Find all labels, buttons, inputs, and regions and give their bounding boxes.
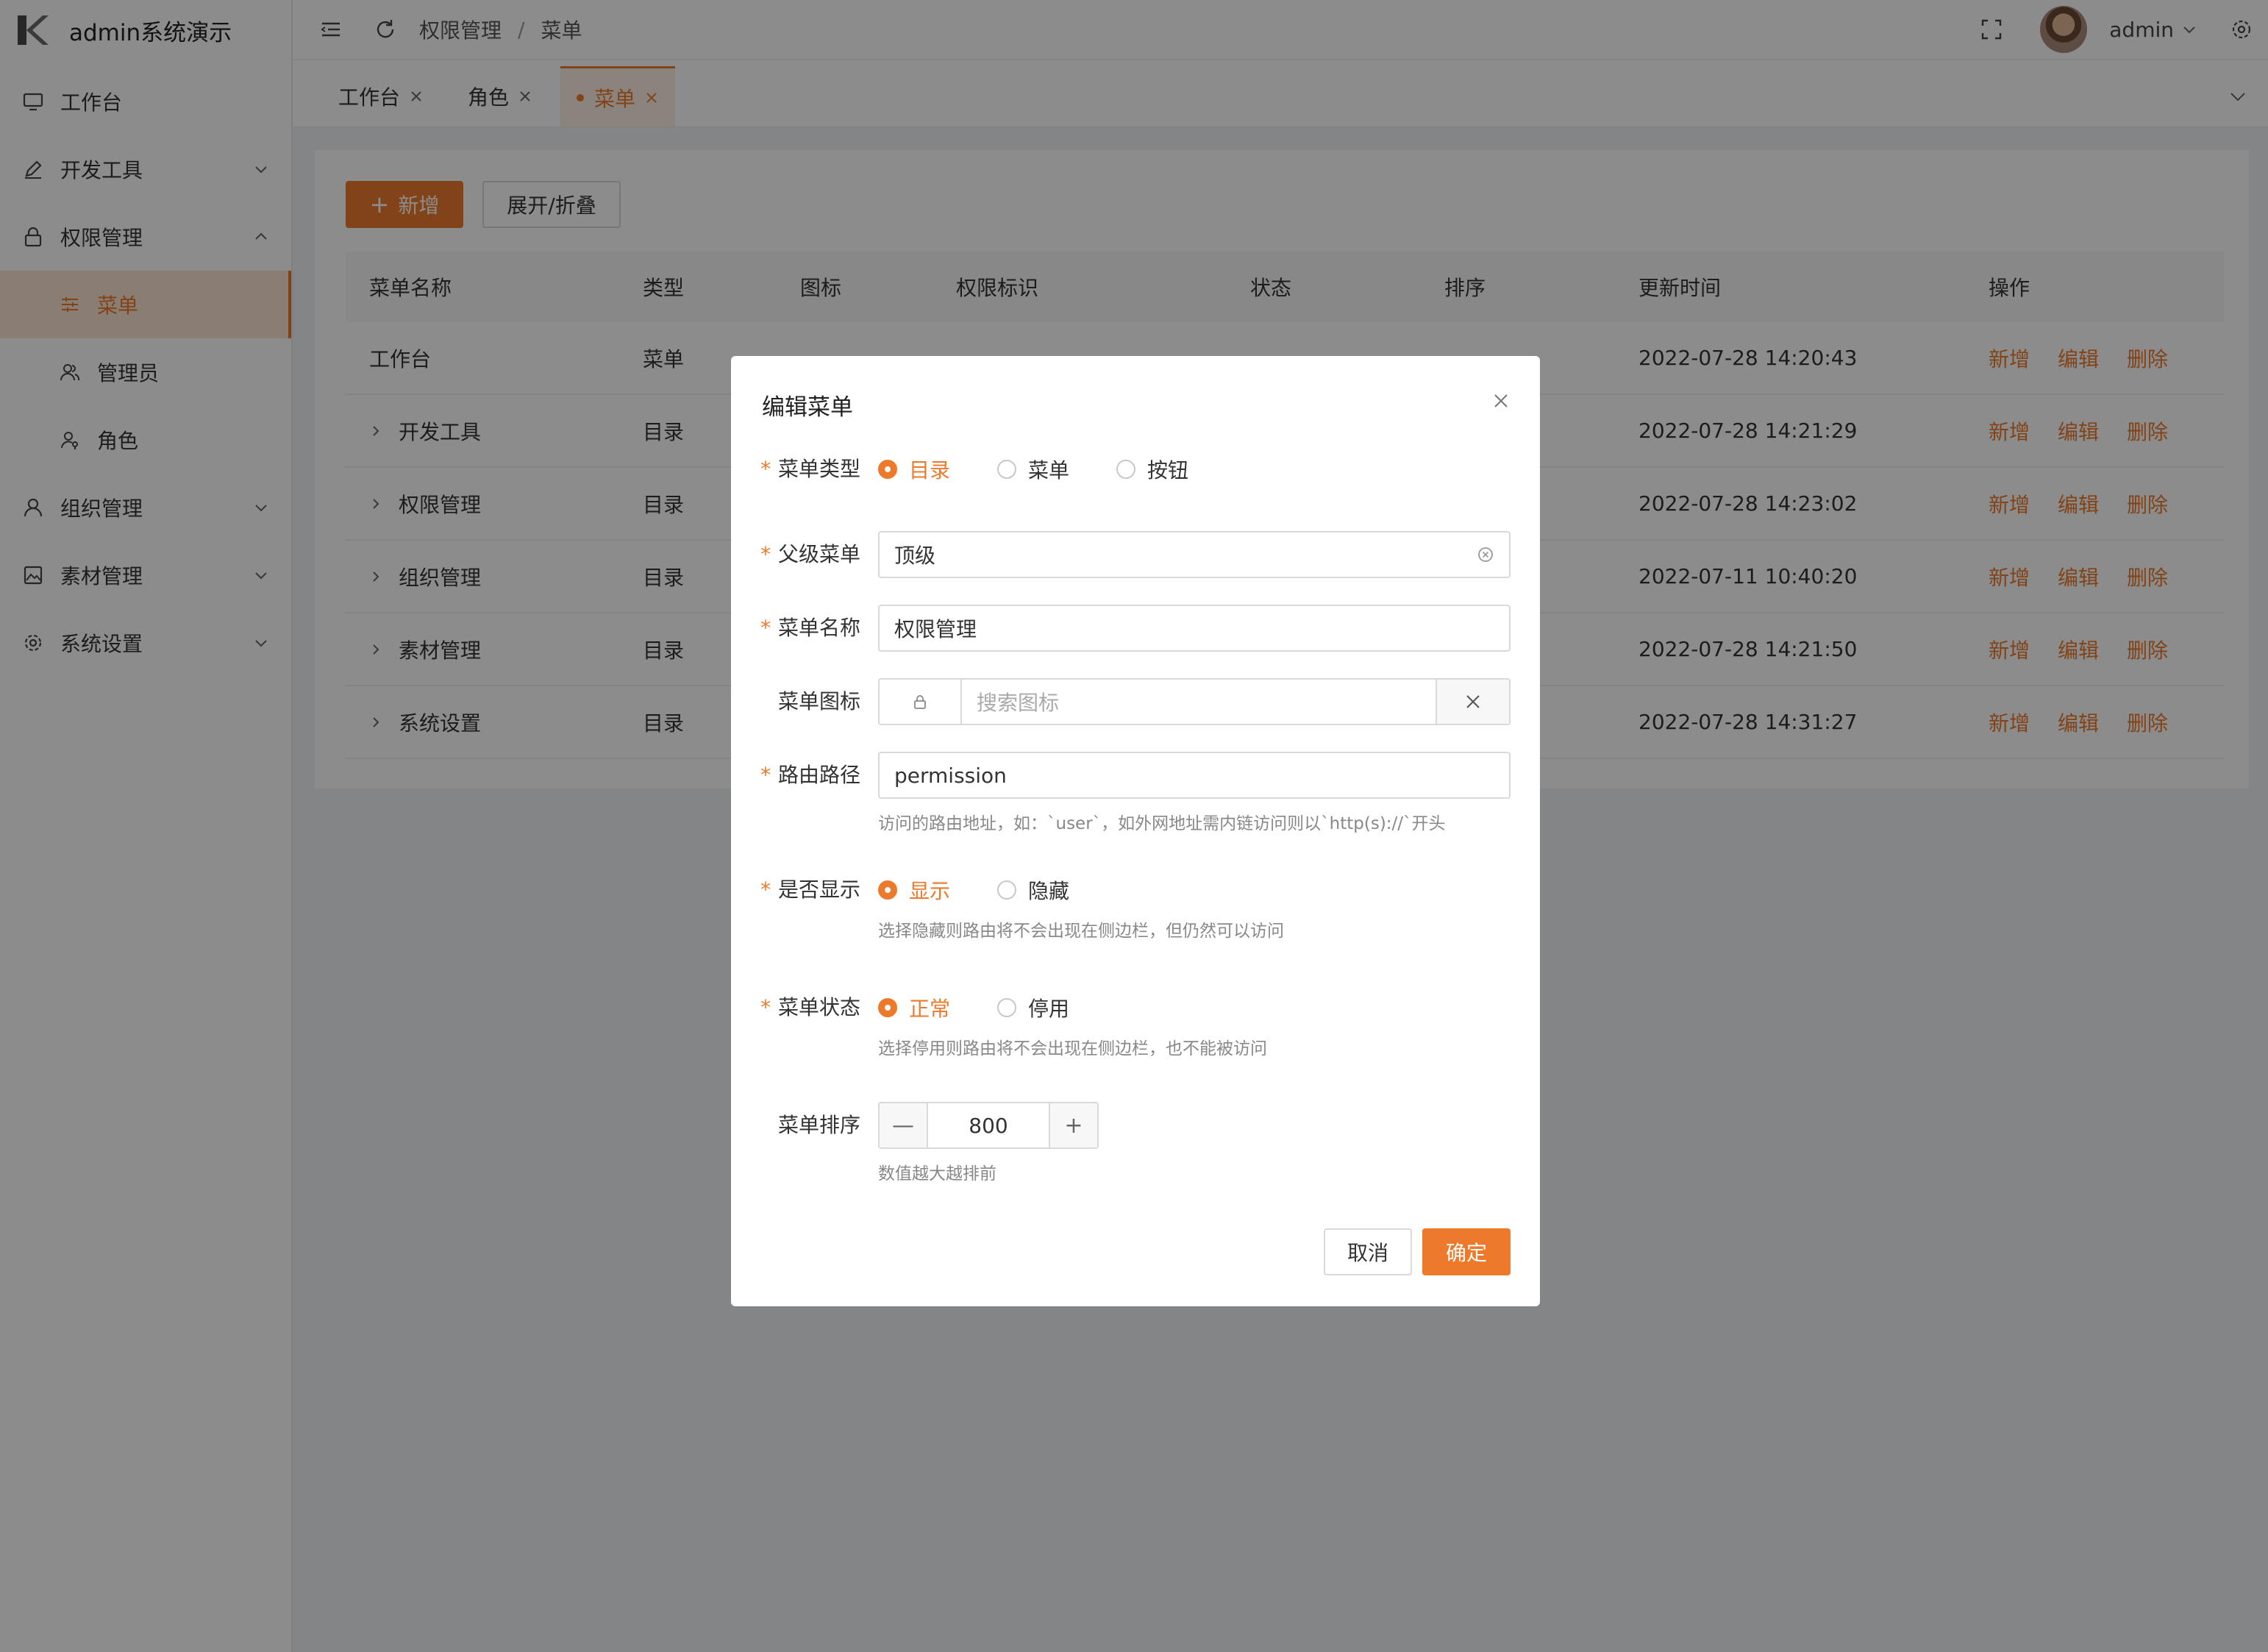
menu-type-radio-group: 目录 菜单 按钮 [878,446,1511,493]
lock-icon [914,695,926,709]
menu-name-input[interactable]: 权限管理 [878,605,1511,652]
icon-clear-button[interactable] [1436,680,1509,724]
radio-show[interactable]: 显示 [878,875,950,905]
close-icon[interactable] [1491,391,1511,410]
dialog-title: 编辑菜单 [762,394,853,421]
edit-menu-dialog: 编辑菜单 * 菜单类型 目录 菜单 按钮 * 父级菜单 顶级 * 菜单名称 权限管理 … [731,356,1540,1306]
radio-circle [878,460,897,479]
clear-circle-icon[interactable] [1477,546,1494,563]
status-hint: 选择停用则路由将不会出现在侧边栏，也不能被访问 [878,1039,1267,1058]
field-label: 菜单排序 [777,1113,860,1137]
sort-stepper: — 800 + [878,1102,1099,1149]
increment-button[interactable]: + [1050,1103,1097,1147]
radio-hide[interactable]: 隐藏 [997,875,1069,905]
visible-hint: 选择隐藏则路由将不会出现在侧边栏，但仍然可以访问 [878,922,1284,941]
route-path-hint: 访问的路由地址，如：`user`，如外网地址需内链访问则以`http(s)://… [878,814,1446,833]
cancel-button[interactable]: 取消 [1324,1228,1413,1275]
status-radio-group: 正常 停用 [878,984,1511,1031]
icon-preview [880,680,962,724]
field-label: * 父级菜单 [760,542,860,566]
parent-menu-select[interactable]: 顶级 [878,531,1511,578]
field-label: * 是否显示 [760,877,860,902]
field-label: * 菜单类型 [760,457,860,481]
field-label: * 菜单状态 [760,995,860,1019]
required-mark: * [760,457,771,481]
field-label: * 菜单名称 [760,616,860,640]
sort-value-input[interactable]: 800 [927,1103,1050,1147]
radio-directory[interactable]: 目录 [878,455,950,484]
radio-normal[interactable]: 正常 [878,993,950,1022]
visible-radio-group: 显示 隐藏 [878,866,1511,914]
radio-menu[interactable]: 菜单 [997,455,1069,484]
decrement-button[interactable]: — [880,1103,927,1147]
field-label: 菜单图标 [777,689,860,713]
radio-button[interactable]: 按钮 [1116,455,1188,484]
confirm-button[interactable]: 确定 [1422,1228,1511,1275]
close-icon [1466,695,1480,708]
radio-disabled[interactable]: 停用 [997,993,1069,1022]
radio-circle [997,460,1017,479]
icon-search-input[interactable]: 搜索图标 [962,680,1436,724]
route-path-input[interactable]: permission [878,752,1511,799]
radio-circle [1116,460,1136,479]
field-label: * 路由路径 [760,763,860,787]
parent-menu-value: 顶级 [894,544,936,568]
sort-hint: 数值越大越排前 [878,1164,996,1183]
menu-icon-picker: 搜索图标 [878,678,1511,725]
